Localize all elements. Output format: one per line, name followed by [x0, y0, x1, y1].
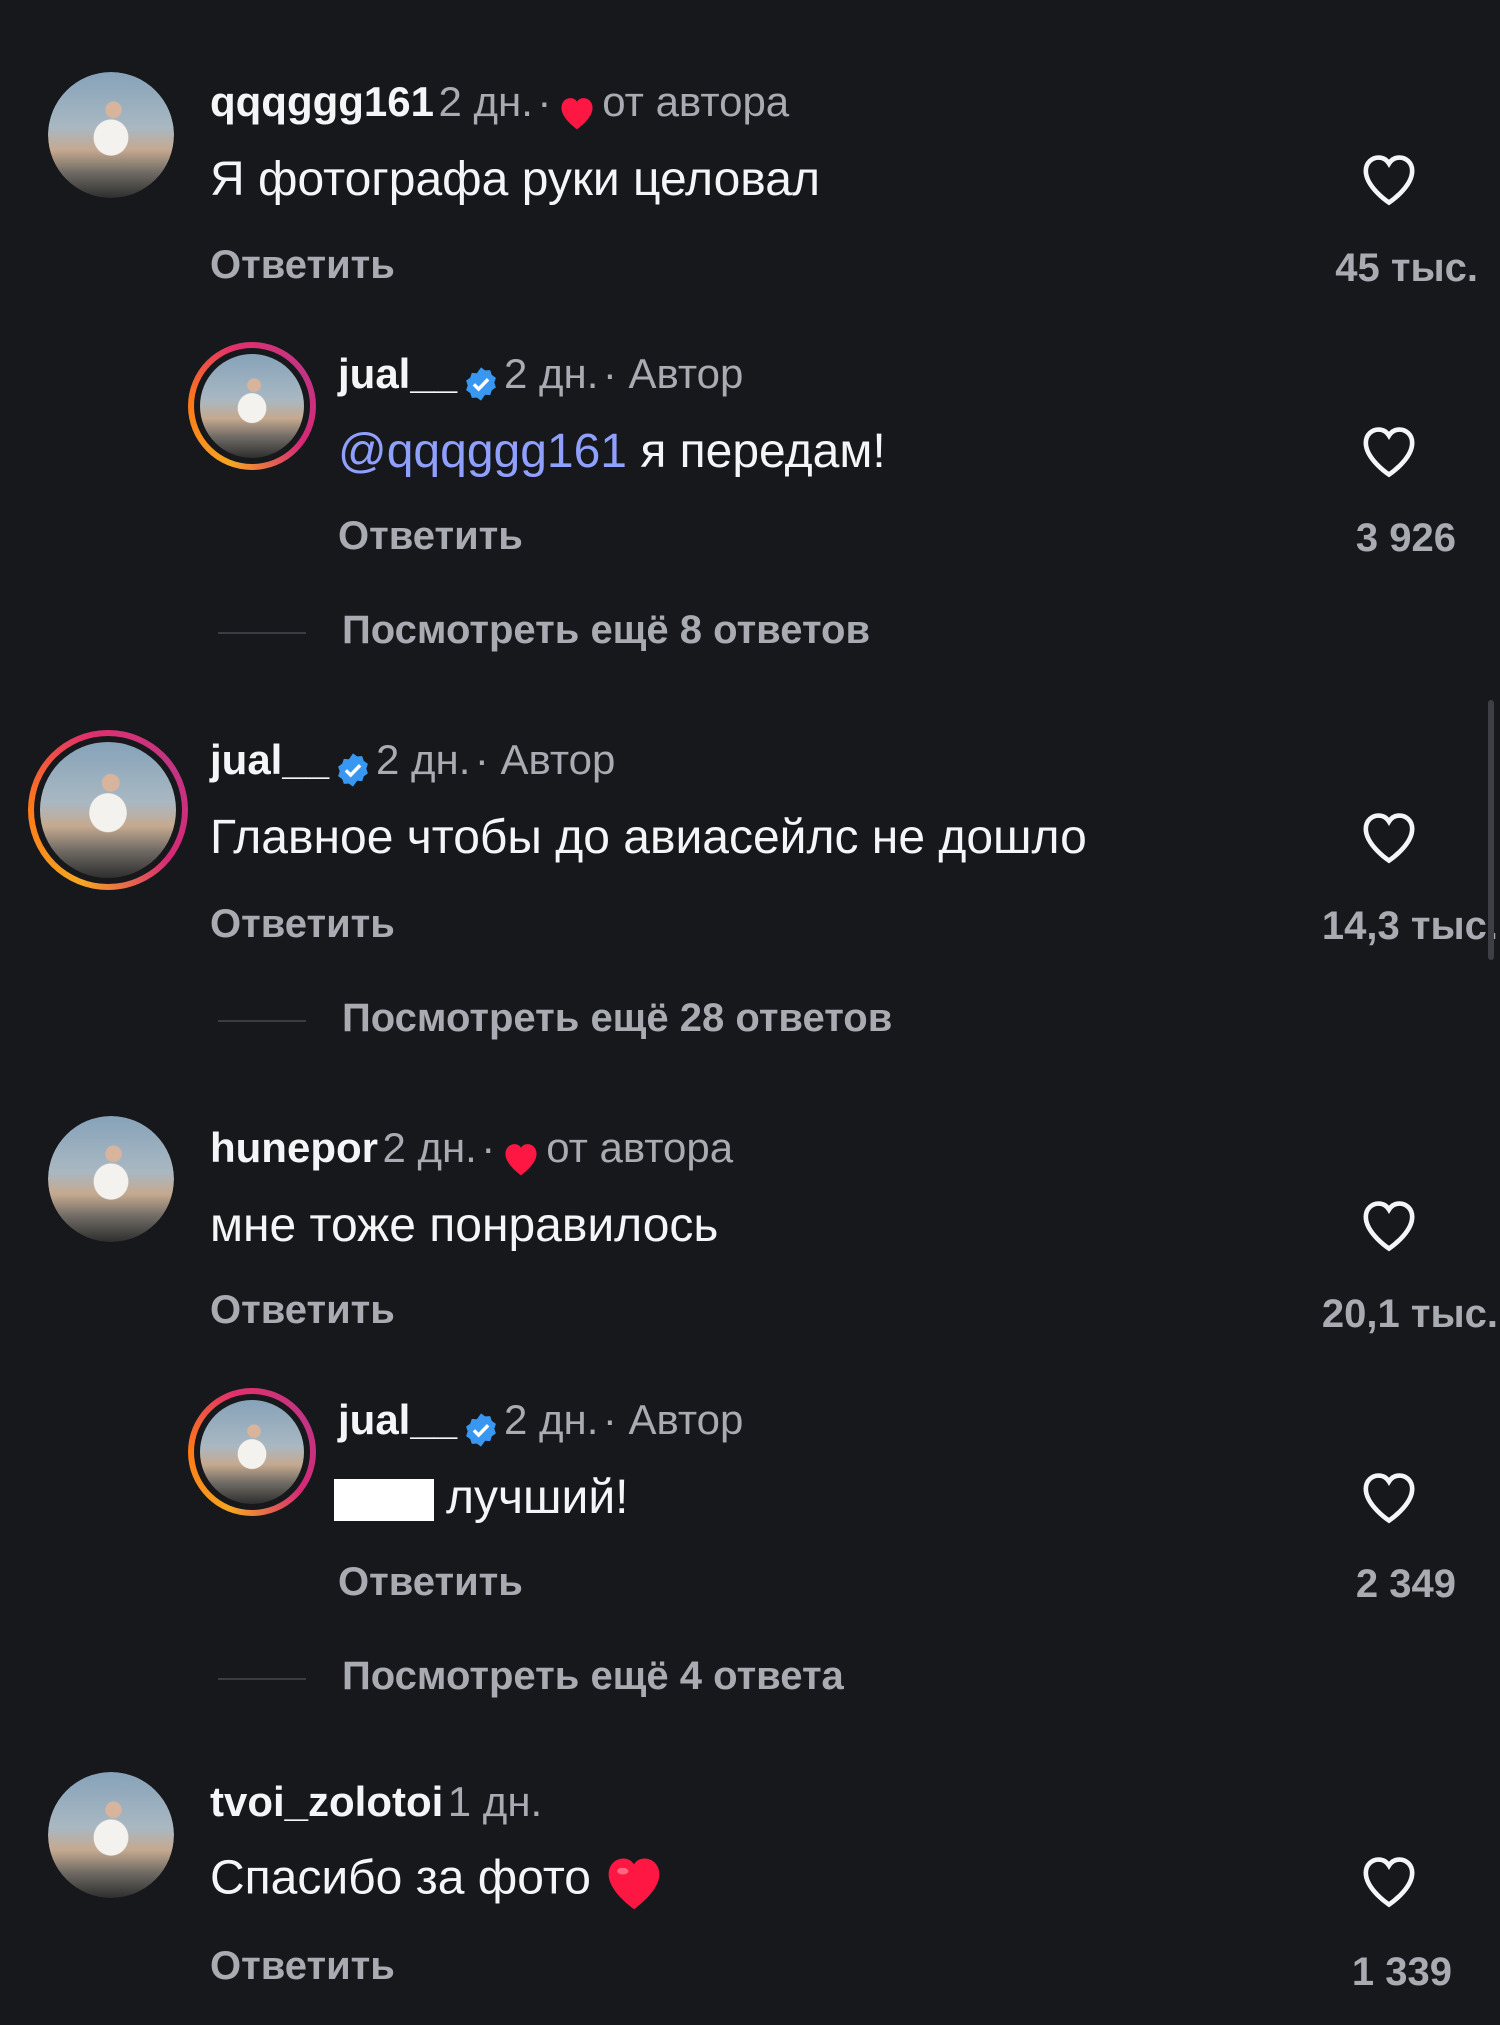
mention-link[interactable]: @qqqggg161: [338, 425, 627, 478]
comment-time: 2 дн.: [375, 736, 471, 783]
divider-line: [218, 1020, 306, 1022]
reply-button[interactable]: Ответить: [210, 1288, 395, 1333]
like-heart-icon[interactable]: [1356, 420, 1422, 480]
avatar-image: [48, 1116, 174, 1242]
like-heart-icon[interactable]: [1356, 806, 1422, 866]
author-role: · Автор: [474, 736, 616, 783]
username[interactable]: jual__: [338, 350, 457, 397]
censored-block: [334, 1479, 434, 1522]
username[interactable]: hunepor: [210, 1124, 378, 1171]
comment-text: мне тоже понравилось: [210, 1199, 719, 1252]
red-heart-icon: [561, 97, 593, 130]
comment-body: Спасибо за фото: [210, 1851, 591, 1905]
reply-button[interactable]: Ответить: [338, 1560, 523, 1605]
verified-badge-icon: [337, 753, 368, 787]
like-heart-icon[interactable]: [1356, 1466, 1422, 1526]
comment-header: jual__ 2 дн. · Автор: [210, 736, 615, 789]
separator: ·: [537, 78, 552, 125]
author-like-label: от автора: [602, 78, 790, 125]
red-heart-emoji-icon: [608, 1858, 660, 1910]
verified-badge-icon: [465, 1413, 496, 1447]
like-count: 14,3 тыс.: [1321, 904, 1498, 948]
comment-header: qqqggg161 2 дн. · от автора: [210, 78, 789, 131]
author-role: · Автор: [602, 1396, 744, 1443]
view-more-replies[interactable]: Посмотреть ещё 28 ответов: [342, 996, 892, 1041]
avatar: [200, 1400, 304, 1504]
like-heart-icon[interactable]: [1356, 148, 1422, 208]
like-count: 20,1 тыс.: [1321, 1292, 1498, 1336]
author-like-label: от автора: [546, 1124, 734, 1171]
like-count: 1 339: [1351, 1950, 1452, 1994]
separator: ·: [481, 1124, 496, 1171]
avatar-story-ring[interactable]: [188, 1388, 316, 1516]
username[interactable]: tvoi_zolotoi: [210, 1778, 443, 1825]
comment-header: jual__ 2 дн. · Автор: [338, 350, 743, 403]
comment-header: hunepor 2 дн. · от автора: [210, 1124, 733, 1177]
reply-button[interactable]: Ответить: [210, 1944, 395, 1989]
username[interactable]: jual__: [210, 736, 329, 783]
avatar[interactable]: [48, 1116, 174, 1242]
comment-time: 1 дн.: [447, 1778, 543, 1825]
comment-body: я передам!: [626, 425, 886, 478]
comment-text: @qqqggg161 я передам!: [338, 424, 886, 479]
comment-header: tvoi_zolotoi 1 дн.: [210, 1778, 542, 1826]
username[interactable]: qqqggg161: [210, 78, 434, 125]
comment-time: 2 дн.: [438, 78, 533, 125]
like-count: 2 349: [1355, 1562, 1456, 1606]
like-heart-icon[interactable]: [1356, 1850, 1422, 1910]
username[interactable]: jual__: [338, 1396, 457, 1443]
like-heart-icon[interactable]: [1356, 1194, 1422, 1254]
comment-text: Я фотографа руки целовал: [210, 153, 820, 206]
reply-button[interactable]: Ответить: [338, 514, 523, 559]
avatar-image: [48, 1772, 174, 1898]
avatar-story-ring[interactable]: [188, 342, 316, 470]
author-role: · Автор: [602, 350, 744, 397]
divider-line: [218, 632, 306, 634]
avatar: [200, 354, 304, 458]
comment-header: jual__ 2 дн. · Автор: [338, 1396, 743, 1449]
comment-time: 2 дн.: [503, 350, 599, 397]
avatar: [40, 742, 176, 878]
view-more-replies[interactable]: Посмотреть ещё 4 ответа: [342, 1654, 844, 1699]
like-count: 45 тыс.: [1335, 246, 1478, 290]
avatar-image: [48, 72, 174, 198]
comment-text: Спасибо за фото: [210, 1850, 668, 1912]
verified-badge-icon: [465, 367, 496, 401]
reply-button[interactable]: Ответить: [210, 243, 395, 288]
reply-button[interactable]: Ответить: [210, 902, 395, 947]
red-heart-icon: [505, 1143, 537, 1176]
like-count: 3 926: [1355, 516, 1456, 560]
avatar[interactable]: [48, 1772, 174, 1898]
comment-body: лучший!: [446, 1471, 629, 1524]
comment-text: Главное чтобы до авиасейлс не дошло: [210, 811, 1087, 864]
comment-text: лучший!: [334, 1470, 628, 1525]
avatar[interactable]: [48, 72, 174, 198]
divider-line: [218, 1678, 306, 1680]
view-more-replies[interactable]: Посмотреть ещё 8 ответов: [342, 608, 870, 653]
scrollbar[interactable]: [1488, 700, 1494, 960]
avatar-story-ring[interactable]: [28, 730, 188, 890]
comment-time: 2 дн.: [382, 1124, 477, 1171]
comment-time: 2 дн.: [503, 1396, 599, 1443]
